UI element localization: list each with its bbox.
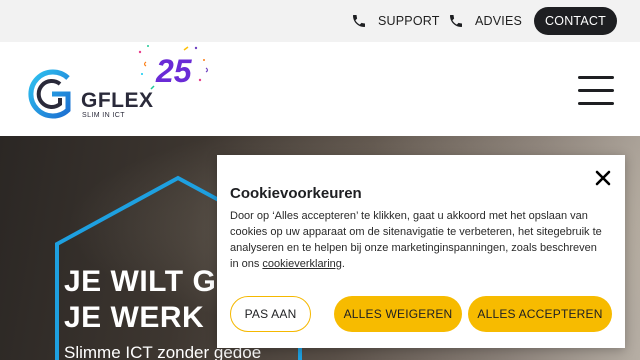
cookie-actions: PAS AAN ALLES WEIGEREN ALLES ACCEPTEREN xyxy=(230,296,615,332)
phone-icon xyxy=(450,15,462,27)
hamburger-menu-icon[interactable] xyxy=(578,76,614,106)
hero-title: JE WILT G JE WERK xyxy=(64,265,217,334)
cookie-description: Door op ‘Alles accepteren’ te klikken, g… xyxy=(230,210,602,270)
advies-link[interactable]: ADVIES xyxy=(448,13,522,29)
customize-button[interactable]: PAS AAN xyxy=(230,296,311,332)
cookie-consent-dialog: Cookievoorkeuren Door op ‘Alles accepter… xyxy=(217,155,625,348)
logo-tagline: SLIM IN ICT xyxy=(82,112,125,119)
svg-text:25: 25 xyxy=(155,53,193,89)
phone-icon xyxy=(353,15,365,27)
anniversary-25-badge: 25 xyxy=(138,45,209,90)
close-icon[interactable] xyxy=(594,169,612,187)
contact-button[interactable]: CONTACT xyxy=(534,7,617,35)
cookie-policy-link[interactable]: cookieverklaring xyxy=(262,258,341,270)
cookie-title: Cookievoorkeuren xyxy=(230,185,362,202)
gflex-logo-mark xyxy=(28,69,71,119)
site-header: GFLEX SLIM IN ICT 25 xyxy=(0,42,640,136)
support-label: SUPPORT xyxy=(378,14,440,28)
gflex-logo[interactable]: GFLEX SLIM IN ICT 25 xyxy=(22,42,222,136)
advies-label: ADVIES xyxy=(475,14,523,28)
top-bar: SUPPORT ADVIES CONTACT xyxy=(0,0,640,42)
support-link[interactable]: SUPPORT xyxy=(351,13,440,29)
accept-all-button[interactable]: ALLES ACCEPTEREN xyxy=(468,296,612,332)
reject-all-button[interactable]: ALLES WEIGEREN xyxy=(334,296,462,332)
